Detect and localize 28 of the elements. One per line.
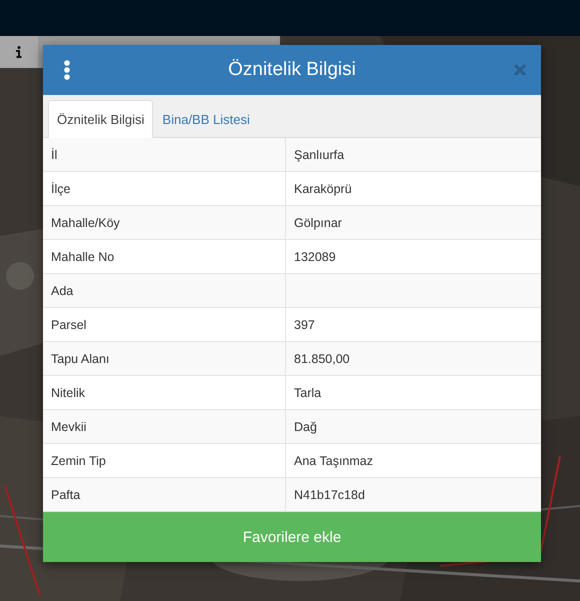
table-cell: Nitelik xyxy=(43,376,286,409)
table-cell-text: Ana Taşınmaz xyxy=(293,452,374,470)
table-cell: Zemin Tip xyxy=(43,444,286,477)
modal-title: Öznitelik Bilgisi xyxy=(228,59,356,81)
table-cell-text: Gölpınar xyxy=(293,214,343,232)
table-cell: Tapu Alanı xyxy=(43,342,286,375)
info-icon xyxy=(16,46,22,58)
table-cell-text: N41b17c18d xyxy=(293,486,366,504)
table-cell: Ada xyxy=(43,274,286,307)
table-cell: İl xyxy=(43,138,286,171)
table-cell-text: Tarla xyxy=(293,384,322,402)
table-cell: Mahalle No xyxy=(43,240,286,273)
table-cell-text: Şanlıurfa xyxy=(293,146,346,164)
menu-icon[interactable] xyxy=(63,60,71,80)
table-cell: Parsel xyxy=(43,308,286,341)
tab[interactable]: Öznitelik Bilgisi xyxy=(48,100,154,138)
table-cell-text: Dağ xyxy=(293,418,318,436)
table-cell-text: 132089 xyxy=(293,248,337,266)
tab[interactable]: Bina/BB Listesi xyxy=(153,100,259,138)
table-cell-text: 397 xyxy=(293,316,316,334)
info-button[interactable] xyxy=(0,36,38,68)
table-cell: Mevkii xyxy=(43,410,286,443)
table-cell: Mahalle/Köy xyxy=(43,206,286,239)
table-cell: Pafta xyxy=(43,478,286,511)
table-cell-text: Karaköprü xyxy=(293,180,353,198)
table-cell: İlçe xyxy=(43,172,286,205)
add-favorites-button[interactable]: Favorilere ekle xyxy=(43,512,541,562)
table-cell-text: 81.850,00 xyxy=(293,350,351,368)
